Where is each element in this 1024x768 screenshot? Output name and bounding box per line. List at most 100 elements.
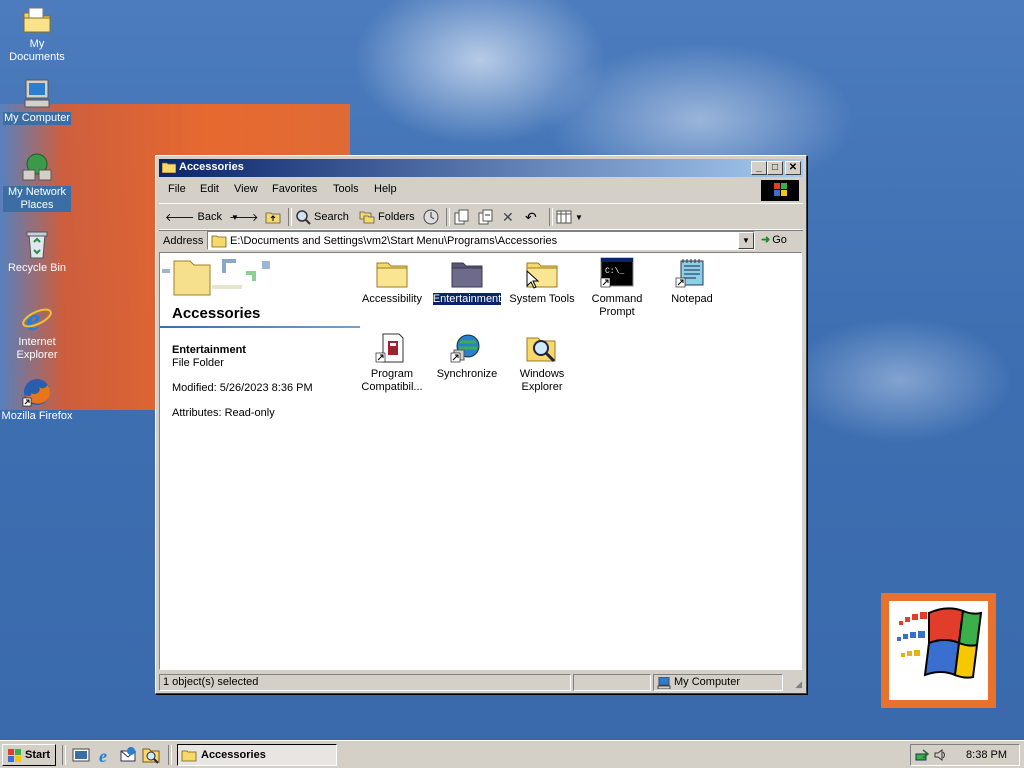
item-label: Windows Explorer <box>519 368 565 393</box>
maximize-button[interactable]: □ <box>767 161 783 175</box>
desktop-icon-label: My Network Places <box>3 186 71 212</box>
desktop-icon-recycle-bin[interactable]: Recycle Bin <box>0 228 74 275</box>
desktop-icon-label: My Documents <box>9 38 65 63</box>
item-synchronize[interactable]: Synchronize <box>430 332 504 381</box>
taskbar-separator <box>62 745 66 765</box>
show-desktop-icon <box>72 748 90 762</box>
quicklaunch-explorer[interactable] <box>142 746 160 764</box>
window-title: Accessories <box>179 161 244 173</box>
address-bar: Address E:\Documents and Settings\vm2\St… <box>159 229 803 252</box>
desktop: My Documents My Computer My Network Plac… <box>0 0 1024 740</box>
outlook-express-icon <box>120 747 136 762</box>
menu-favorites[interactable]: Favorites <box>272 183 317 195</box>
address-label: Address <box>163 235 204 247</box>
go-arrow-icon: ➜ <box>761 234 771 246</box>
item-label: Accessibility <box>362 293 422 305</box>
clock[interactable]: 8:38 PM <box>966 749 1007 761</box>
menu-view[interactable]: View <box>234 183 258 195</box>
resize-grip-icon[interactable]: ◢ <box>795 679 802 690</box>
taskbar-separator <box>168 745 172 765</box>
item-windows-explorer[interactable]: Windows Explorer <box>505 332 579 394</box>
up-folder-button[interactable] <box>265 208 281 226</box>
search-button[interactable]: Search <box>295 208 349 226</box>
desktop-icon-label: Recycle Bin <box>7 262 67 274</box>
quicklaunch-show-desktop[interactable] <box>72 746 90 764</box>
desktop-icon-label: Mozilla Firefox <box>1 410 73 422</box>
folder-banner-icon <box>162 259 270 296</box>
title-bar[interactable]: Accessories _ □ ✕ <box>159 159 803 177</box>
pane-divider <box>160 326 360 328</box>
menu-file[interactable]: File <box>168 183 186 195</box>
folders-button[interactable]: Folders <box>359 208 415 226</box>
folder-icon <box>161 161 177 176</box>
go-label: Go <box>772 233 787 246</box>
explorer-window[interactable]: Accessories _ □ ✕ File Edit View Favorit… <box>155 155 807 694</box>
desktop-icon-my-network-places[interactable]: My Network Places <box>0 152 74 212</box>
menu-edit[interactable]: Edit <box>200 183 219 195</box>
toolbar: 🡐 Back ▼ 🡒 ▼ Search Folders <box>159 203 803 231</box>
item-entertainment[interactable]: Entertainment <box>430 257 504 306</box>
folders-label: Folders <box>378 211 415 223</box>
item-label: Notepad <box>671 293 713 305</box>
search-label: Search <box>314 211 349 223</box>
pane-title: Accessories <box>172 305 261 322</box>
delete-button[interactable]: ✕ <box>502 208 514 226</box>
system-tray: 8:38 PM <box>910 744 1020 766</box>
folder-icon <box>181 750 197 761</box>
item-notepad[interactable]: Notepad <box>655 257 729 306</box>
move-to-button[interactable] <box>453 208 469 226</box>
menu-tools[interactable]: Tools <box>333 183 359 195</box>
address-input[interactable]: E:\Documents and Settings\vm2\Start Menu… <box>207 231 755 250</box>
item-label: System Tools <box>509 293 575 305</box>
taskbar-button-accessories[interactable]: Accessories <box>177 744 337 766</box>
taskbar: Start e Accessories 8:38 PM <box>0 740 1024 768</box>
my-computer-icon <box>657 677 671 689</box>
desktop-icon-my-computer[interactable]: My Computer <box>0 78 74 125</box>
windows-logo-graphic <box>881 593 996 708</box>
item-command-prompt[interactable]: C:\_ Command Prompt <box>580 257 654 319</box>
toolbar-separator <box>549 208 553 226</box>
go-button[interactable]: ➜ Go <box>761 233 787 247</box>
desktop-icon-mozilla-firefox[interactable]: Mozilla Firefox <box>0 376 74 423</box>
undo-button[interactable]: ↶ <box>525 208 537 226</box>
history-button[interactable] <box>423 208 439 226</box>
copy-to-button[interactable] <box>477 208 493 226</box>
status-zone-label: My Computer <box>674 676 741 688</box>
windows-throbber <box>761 180 799 201</box>
back-button[interactable]: 🡐 Back ▼ <box>165 208 239 226</box>
forward-arrow-icon: 🡒 <box>229 212 259 224</box>
desktop-icon-my-documents[interactable]: My Documents <box>0 4 74 64</box>
start-label: Start <box>25 749 51 761</box>
quicklaunch-outlook-express[interactable] <box>119 746 137 764</box>
toolbar-separator <box>288 208 292 226</box>
desktop-icon-internet-explorer[interactable]: e Internet Explorer <box>0 301 74 362</box>
start-button[interactable]: Start <box>2 744 56 766</box>
move-to-icon <box>454 209 469 225</box>
svg-text:C:\_: C:\_ <box>605 267 624 276</box>
web-view-pane: Accessories Entertainment File Folder Mo… <box>160 253 360 669</box>
item-program-compatibility[interactable]: Program Compatibil... <box>355 332 429 394</box>
firefox-icon <box>21 376 53 408</box>
minimize-button[interactable]: _ <box>751 161 767 175</box>
menu-help[interactable]: Help <box>374 183 397 195</box>
address-value: E:\Documents and Settings\vm2\Start Menu… <box>230 235 558 247</box>
history-icon <box>423 209 439 225</box>
up-folder-icon <box>265 212 281 224</box>
item-accessibility[interactable]: Accessibility <box>355 257 429 306</box>
synchronize-icon <box>450 332 484 364</box>
views-button[interactable]: ▼ <box>556 208 583 226</box>
item-system-tools[interactable]: System Tools <box>505 257 579 306</box>
network-places-icon <box>21 152 53 184</box>
safely-remove-hardware-icon[interactable] <box>915 748 931 762</box>
folder-icon <box>211 235 227 248</box>
quicklaunch-internet-explorer[interactable]: e <box>96 746 114 766</box>
volume-icon[interactable] <box>933 748 947 762</box>
back-label: Back <box>197 211 222 223</box>
command-prompt-icon: C:\_ <box>600 257 634 289</box>
menu-bar: File Edit View Favorites Tools Help <box>159 179 803 201</box>
address-dropdown-button[interactable]: ▼ <box>738 232 754 249</box>
folder-content[interactable]: Accessories Entertainment File Folder Mo… <box>159 252 802 670</box>
windows-explorer-icon <box>525 332 559 364</box>
internet-explorer-icon: e <box>99 746 107 766</box>
close-button[interactable]: ✕ <box>785 161 801 175</box>
